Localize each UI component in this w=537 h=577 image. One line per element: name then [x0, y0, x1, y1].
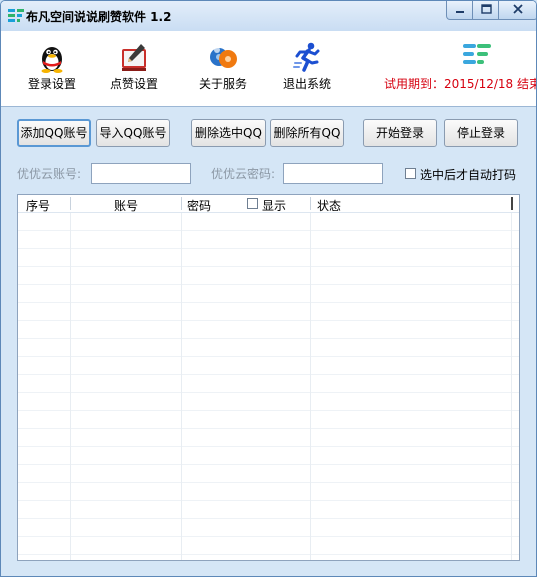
auto-captcha-label: 选中后才自动打码: [420, 168, 517, 182]
trial-expiry-text: 试用期到：2015/12/18 结束: [384, 77, 537, 91]
column-grid-line: [511, 213, 512, 560]
running-man-icon: [293, 42, 320, 72]
minimize-icon: [455, 11, 464, 13]
maximize-button[interactable]: [472, 1, 499, 20]
toolbar-about-service-label: 关于服务: [198, 77, 247, 91]
toolbar: 登录设置 点赞设置 关于服务 退出系统 试用期到：2015/12/18 结束: [1, 31, 536, 107]
service-disc-icon: [210, 47, 237, 68]
column-grid-line: [181, 213, 182, 560]
title-bar[interactable]: 布凡空间说说刷赞软件 1.2: [1, 1, 536, 31]
qq-penguin-icon: [41, 47, 63, 73]
close-icon: [513, 4, 523, 14]
minimize-button[interactable]: [446, 1, 473, 20]
column-separator[interactable]: [181, 197, 182, 210]
app-logo-icon: [8, 9, 24, 22]
maximize-icon: [480, 4, 492, 14]
captcha-account-label: 优优云账号:: [17, 167, 82, 181]
column-header-status[interactable]: 状态: [317, 197, 341, 214]
delete-selected-qq-button[interactable]: 删除选中QQ: [191, 119, 266, 147]
captcha-account-input[interactable]: [91, 163, 191, 184]
captcha-password-input[interactable]: [283, 163, 383, 184]
toolbar-like-settings[interactable]: 点赞设置: [99, 31, 169, 106]
add-qq-button[interactable]: 添加QQ账号: [17, 119, 91, 147]
toolbar-about-service[interactable]: 关于服务: [188, 31, 258, 106]
toolbar-login-settings-label: 登录设置: [27, 77, 76, 91]
show-password-checkbox[interactable]: [247, 198, 258, 209]
main-window: 布凡空间说说刷赞软件 1.2 登录设置 点赞设置 关于服务 退出系统 试用期到：…: [0, 0, 537, 577]
close-button[interactable]: [498, 1, 536, 20]
list-rows[interactable]: [18, 213, 519, 560]
bf-logo-icon: [463, 44, 491, 64]
pencil-edit-icon: [122, 44, 146, 71]
column-separator[interactable]: [511, 197, 513, 210]
toolbar-login-settings[interactable]: 登录设置: [17, 31, 87, 106]
column-header-show: 显示: [262, 199, 287, 213]
content-area: 添加QQ账号 导入QQ账号 删除选中QQ 删除所有QQ 开始登录 停止登录 优优…: [1, 107, 536, 576]
column-separator[interactable]: [310, 197, 311, 210]
auto-captcha-checkbox[interactable]: [405, 168, 416, 179]
column-grid-line: [310, 213, 311, 560]
toolbar-exit-system[interactable]: 退出系统: [272, 31, 342, 106]
captcha-password-label: 优优云密码:: [211, 167, 276, 181]
column-grid-line: [70, 213, 71, 560]
import-qq-button[interactable]: 导入QQ账号: [96, 119, 170, 147]
column-header-password[interactable]: 密码: [187, 197, 211, 214]
column-header-index[interactable]: 序号: [26, 197, 50, 214]
list-header: 序号 账号 密码 显示 状态: [18, 195, 519, 213]
column-header-account[interactable]: 账号: [114, 197, 138, 214]
column-separator[interactable]: [70, 197, 71, 210]
window-title: 布凡空间说说刷赞软件 1.2: [26, 10, 172, 24]
toolbar-exit-system-label: 退出系统: [282, 77, 331, 91]
account-list[interactable]: 序号 账号 密码 显示 状态: [17, 194, 520, 561]
stop-login-button[interactable]: 停止登录: [444, 119, 518, 147]
toolbar-like-settings-label: 点赞设置: [109, 77, 158, 91]
delete-all-qq-button[interactable]: 删除所有QQ: [270, 119, 344, 147]
start-login-button[interactable]: 开始登录: [363, 119, 437, 147]
